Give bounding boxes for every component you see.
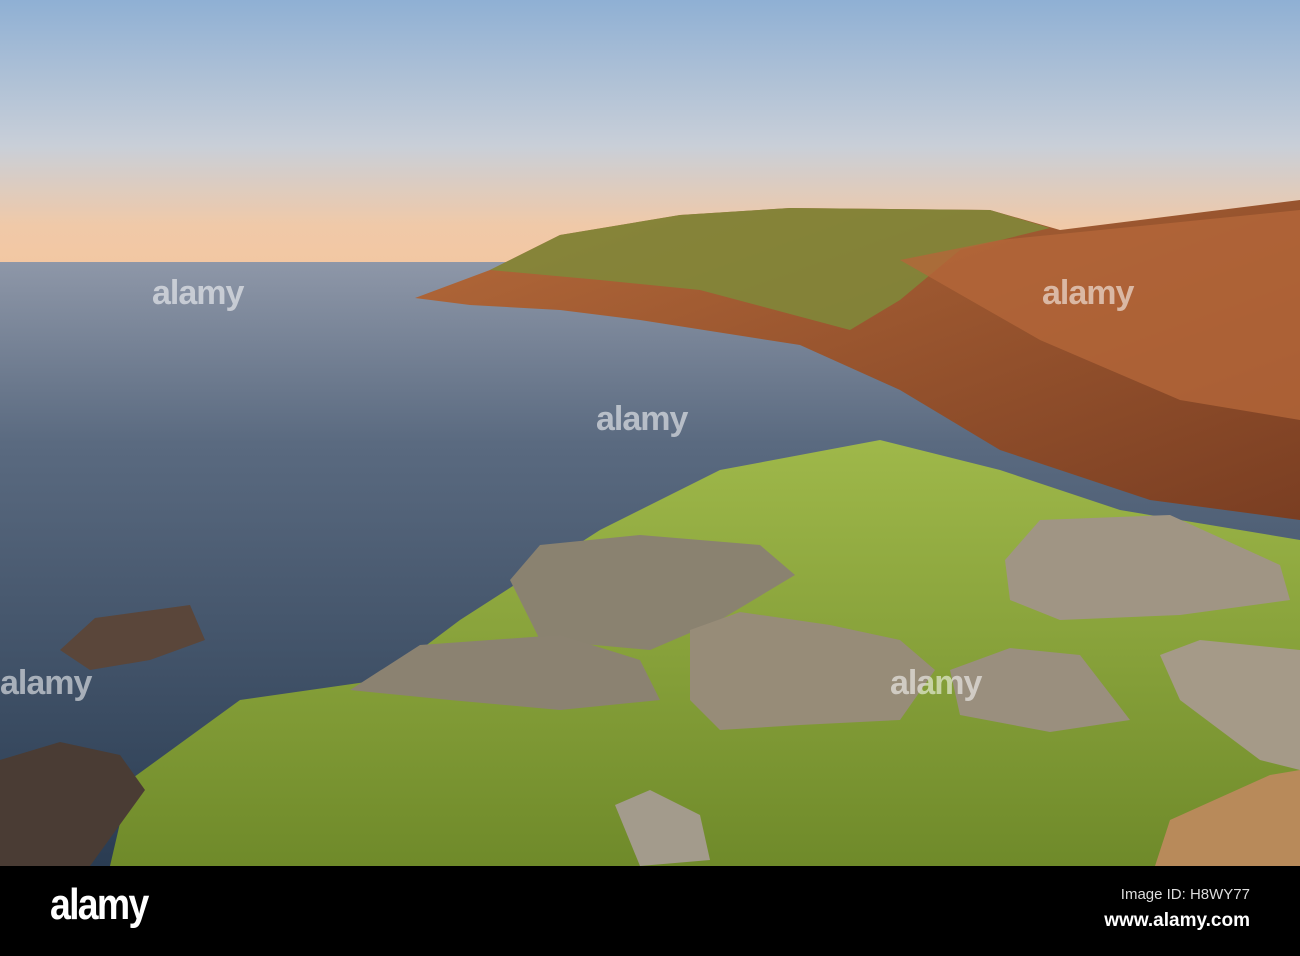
alamy-logo: alamy (50, 880, 149, 929)
watermark: alamy (1042, 274, 1134, 312)
watermark: alamy (596, 400, 688, 438)
footer-bar: alamy Image ID: H8WY77 www.alamy.com (0, 866, 1300, 956)
watermark: alamy (152, 274, 244, 312)
watermark: alamy (890, 664, 982, 702)
image-id: Image ID: H8WY77 (1120, 886, 1250, 903)
watermark: alamy (0, 664, 92, 702)
stock-photo-page: alamy alamy alamy alamy alamy alamy Imag… (0, 0, 1300, 956)
site-url: www.alamy.com (1104, 910, 1250, 931)
